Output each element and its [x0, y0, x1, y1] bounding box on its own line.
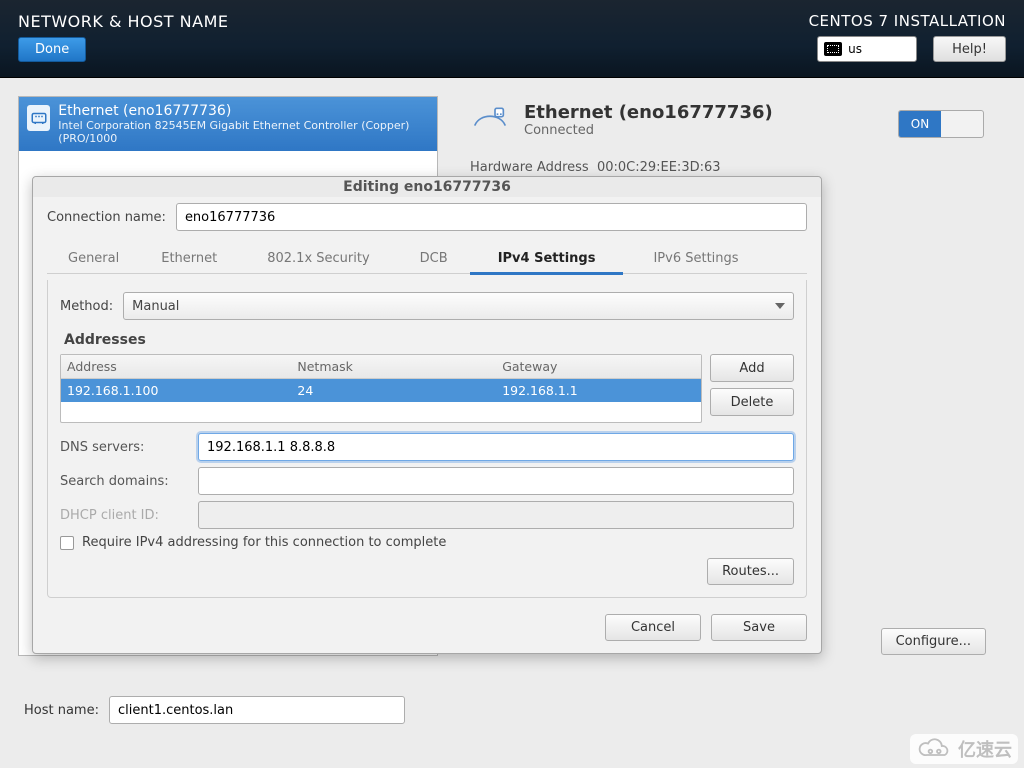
watermark-text: 亿速云 — [958, 736, 1012, 762]
dns-servers-input[interactable] — [198, 433, 794, 461]
routes-button[interactable]: Routes... — [707, 558, 794, 585]
delete-address-button[interactable]: Delete — [710, 388, 794, 416]
cloud-icon — [916, 738, 952, 760]
dialog-buttons: Cancel Save — [33, 604, 821, 653]
interface-detail-status: Connected — [524, 123, 773, 138]
installer-topbar: NETWORK & HOST NAME Done CENTOS 7 INSTAL… — [0, 0, 1024, 78]
tab-ethernet[interactable]: Ethernet — [140, 242, 238, 274]
watermark: 亿速云 — [910, 734, 1018, 764]
search-domains-input[interactable] — [198, 467, 794, 495]
toggle-off-side — [941, 111, 983, 137]
topbar-right: CENTOS 7 INSTALLATION us Help! — [809, 12, 1006, 62]
ethernet-large-icon — [470, 100, 510, 140]
method-value: Manual — [132, 299, 179, 314]
address-row[interactable]: 192.168.1.100 24 192.168.1.1 — [61, 379, 701, 402]
keyboard-layout-label: us — [848, 42, 862, 56]
help-button[interactable]: Help! — [933, 36, 1006, 62]
tab-8021x-security[interactable]: 802.1x Security — [238, 242, 398, 274]
cell-address: 192.168.1.100 — [61, 379, 291, 402]
keyboard-layout-indicator[interactable]: us — [817, 36, 917, 62]
toggle-on-label: ON — [899, 111, 941, 137]
method-combo[interactable]: Manual — [123, 292, 794, 320]
cell-netmask: 24 — [291, 379, 496, 402]
tab-general[interactable]: General — [47, 242, 140, 274]
addresses-heading: Addresses — [64, 332, 794, 348]
search-domains-label: Search domains: — [60, 474, 188, 489]
hostname-input[interactable] — [109, 696, 405, 724]
addresses-header: Address Netmask Gateway — [61, 355, 701, 379]
keyboard-icon — [824, 42, 842, 56]
dhcp-client-id-label: DHCP client ID: — [60, 508, 188, 523]
dialog-tabs: General Ethernet 802.1x Security DCB IPv… — [47, 241, 807, 274]
interface-toggle[interactable]: ON — [898, 110, 984, 138]
interface-subtitle: Intel Corporation 82545EM Gigabit Ethern… — [58, 119, 429, 145]
chevron-down-icon — [775, 303, 785, 309]
hw-address-value: 00:0C:29:EE:3D:63 — [597, 160, 721, 175]
address-row-empty[interactable] — [61, 402, 701, 422]
tab-ipv4-settings[interactable]: IPv4 Settings — [469, 242, 625, 274]
col-gateway: Gateway — [496, 355, 701, 378]
tab-ipv6-settings[interactable]: IPv6 Settings — [624, 242, 767, 274]
ipv4-panel: Method: Manual Addresses Address Netmask… — [47, 280, 807, 598]
configure-button[interactable]: Configure... — [881, 628, 986, 655]
dialog-title: Editing eno16777736 — [33, 177, 821, 197]
hw-address-label: Hardware Address — [470, 160, 589, 175]
spoke-title: NETWORK & HOST NAME — [18, 12, 229, 31]
topbar-left: NETWORK & HOST NAME Done — [18, 12, 229, 62]
require-ipv4-row[interactable]: Require IPv4 addressing for this connect… — [60, 535, 794, 550]
connection-name-label: Connection name: — [47, 210, 166, 225]
ethernet-icon — [27, 105, 50, 131]
cancel-button[interactable]: Cancel — [605, 614, 701, 641]
save-button[interactable]: Save — [711, 614, 807, 641]
dns-servers-label: DNS servers: — [60, 440, 188, 455]
col-address: Address — [61, 355, 291, 378]
cell-gateway: 192.168.1.1 — [496, 379, 701, 402]
edit-connection-dialog: Editing eno16777736 Connection name: Gen… — [32, 176, 822, 654]
addresses-table[interactable]: Address Netmask Gateway 192.168.1.100 24… — [60, 354, 702, 423]
require-ipv4-checkbox[interactable] — [60, 536, 74, 550]
dhcp-client-id-input — [198, 501, 794, 529]
interface-title: Ethernet (eno16777736) — [58, 103, 429, 119]
hostname-label: Host name: — [24, 703, 99, 718]
tab-dcb[interactable]: DCB — [399, 242, 469, 274]
method-label: Method: — [60, 299, 113, 314]
interface-detail-title: Ethernet (eno16777736) — [524, 102, 773, 123]
add-address-button[interactable]: Add — [710, 354, 794, 382]
done-button[interactable]: Done — [18, 37, 86, 62]
interface-list-item[interactable]: Ethernet (eno16777736) Intel Corporation… — [19, 97, 437, 151]
installer-title: CENTOS 7 INSTALLATION — [809, 12, 1006, 30]
connection-name-input[interactable] — [176, 203, 807, 231]
col-netmask: Netmask — [291, 355, 496, 378]
require-ipv4-label: Require IPv4 addressing for this connect… — [82, 535, 446, 550]
hostname-row: Host name: — [24, 696, 405, 724]
